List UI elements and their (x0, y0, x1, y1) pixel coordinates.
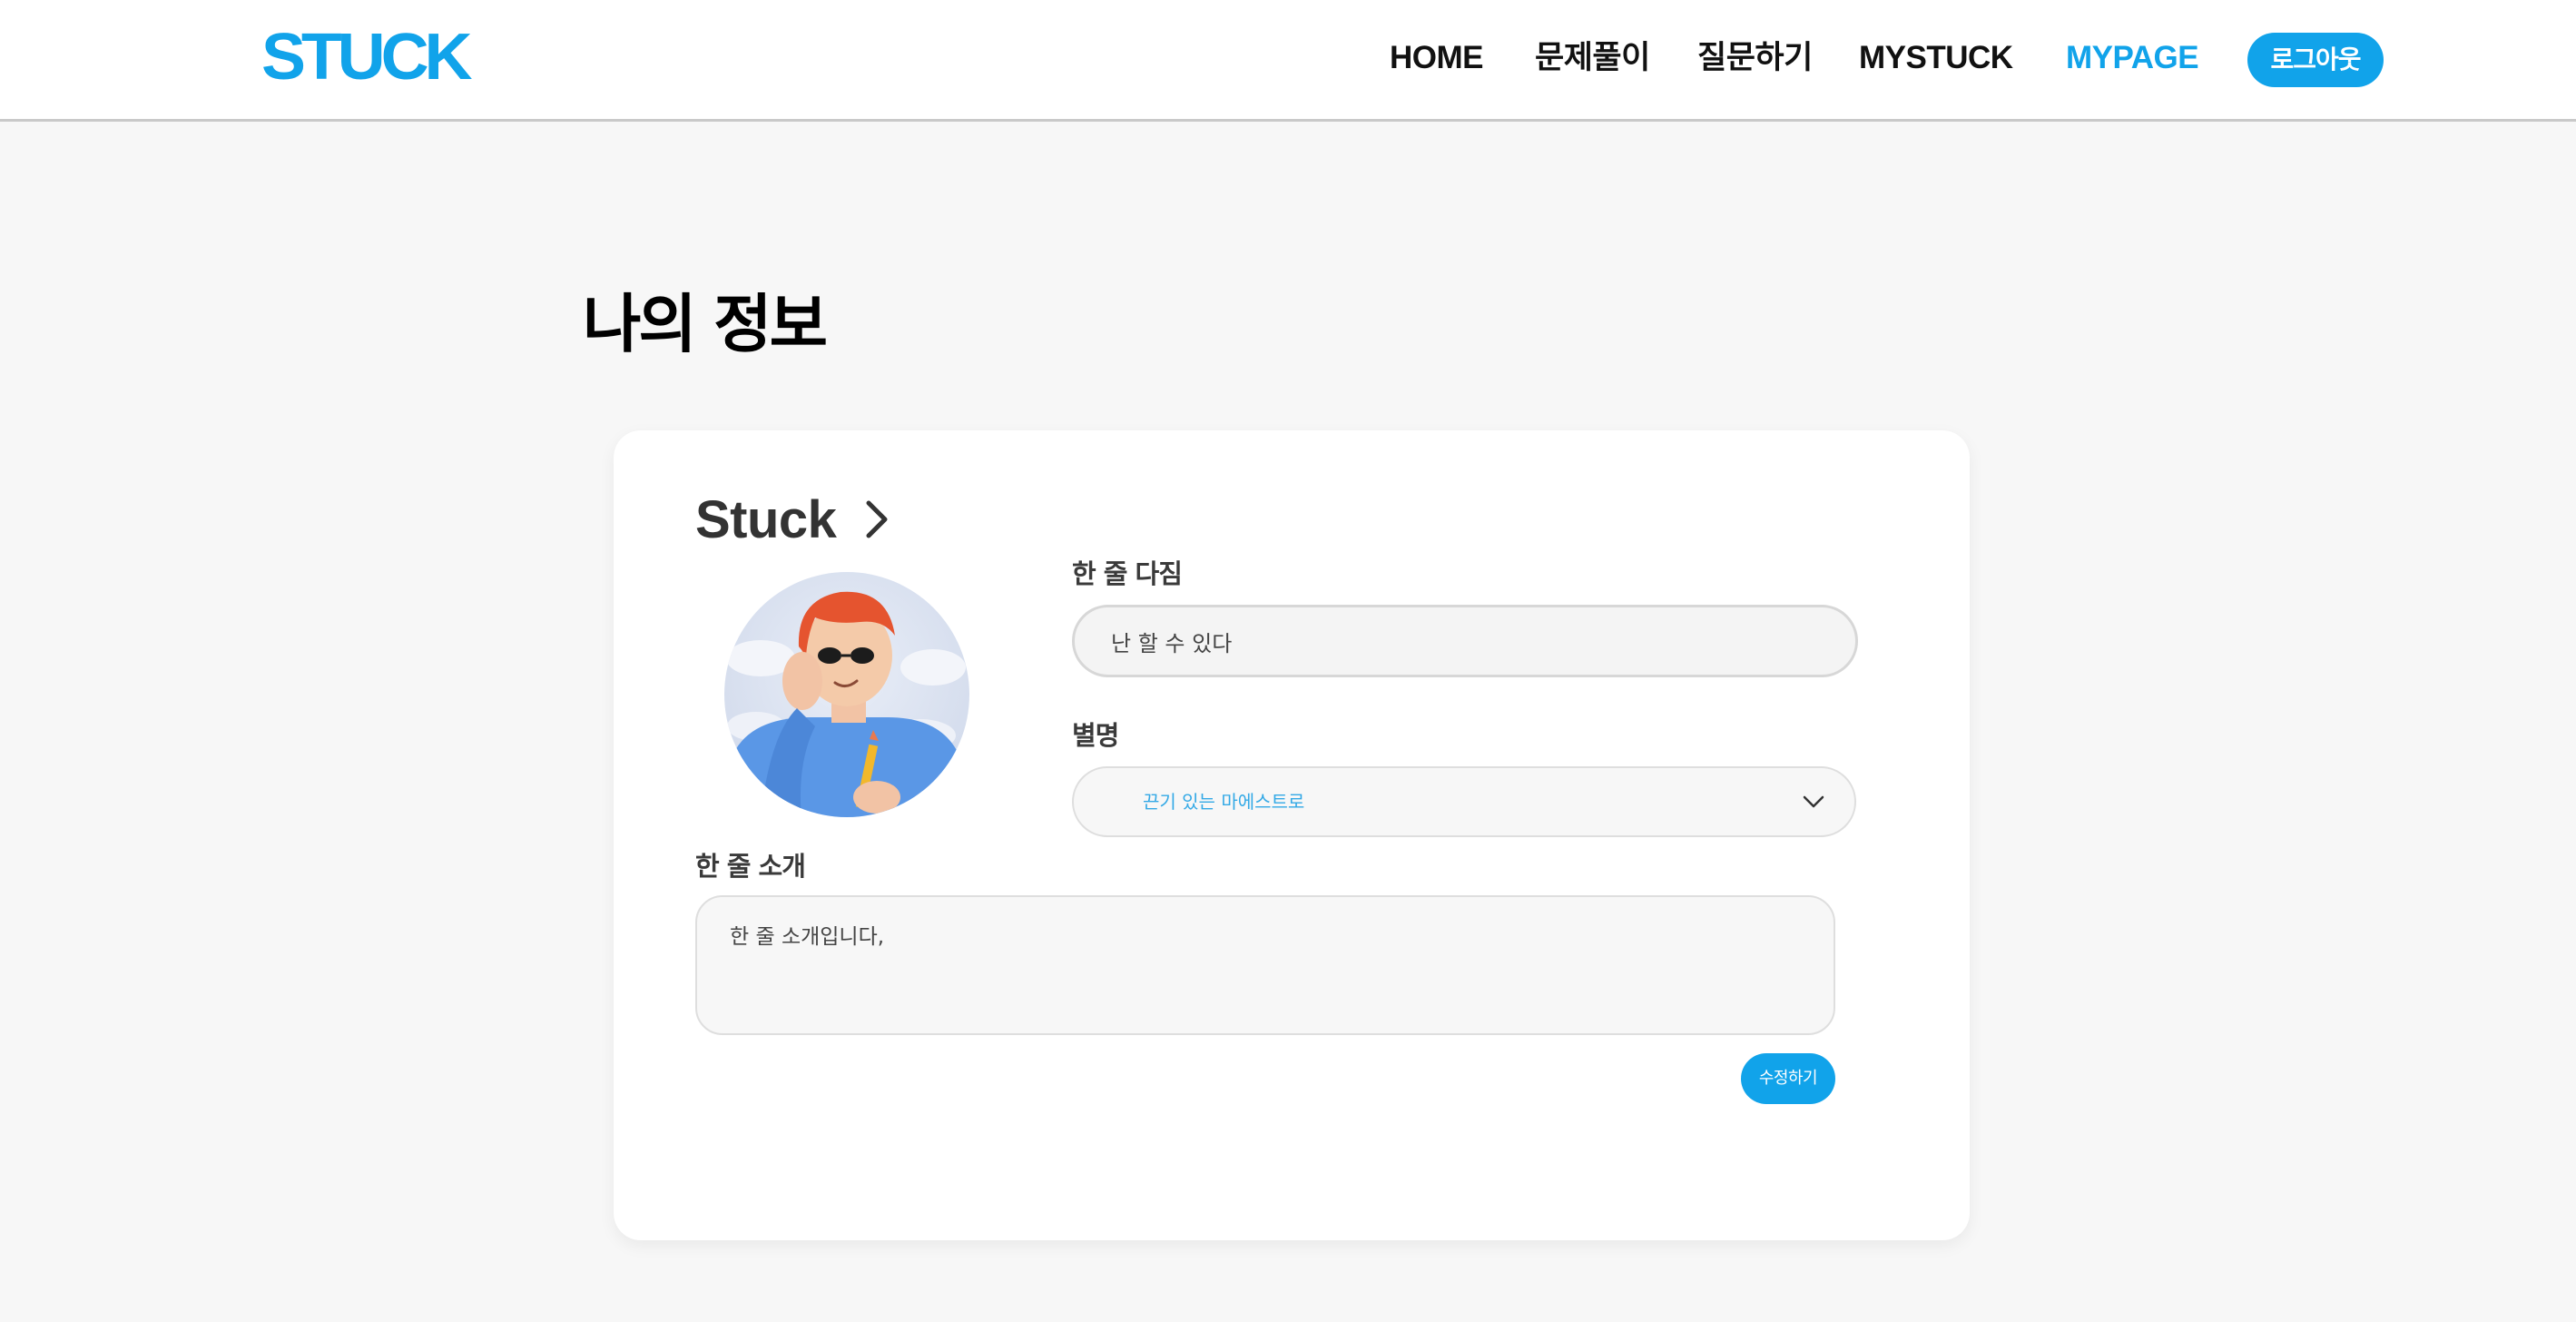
intro-label: 한 줄 소개 (695, 851, 806, 882)
profile-card: Stuck 한 줄 다짐 난 할 수 있다 별명 끈기 있는 마에스트로 한 줄… (614, 430, 1970, 1240)
stuck-logo[interactable]: STUCK (261, 22, 473, 93)
nickname-selected-value: 끈기 있는 마에스트로 (1143, 791, 1305, 813)
nav-problem-solving[interactable]: 문제풀이 (1535, 33, 1650, 84)
chevron-down-icon (1803, 795, 1824, 808)
username-link[interactable]: Stuck (695, 483, 890, 556)
avatar (724, 572, 969, 817)
user-avatar-illustration (724, 572, 969, 817)
chevron-right-icon (866, 500, 888, 538)
edit-button[interactable]: 수정하기 (1741, 1053, 1835, 1104)
username: Stuck (695, 489, 837, 549)
logout-button[interactable]: 로그아웃 (2247, 33, 2384, 87)
nav-ask-question[interactable]: 질문하기 (1697, 33, 1813, 84)
nav-mypage[interactable]: MYPAGE (2066, 33, 2199, 84)
nickname-select[interactable]: 끈기 있는 마에스트로 (1072, 766, 1856, 837)
top-header: STUCK HOME 문제풀이 질문하기 MYSTUCK MYPAGE 로그아웃 (0, 0, 2576, 122)
nav-mystuck[interactable]: MYSTUCK (1859, 33, 2013, 84)
resolution-label: 한 줄 다짐 (1072, 558, 1183, 589)
page-title: 나의 정보 (583, 287, 828, 361)
resolution-input[interactable] (1072, 605, 1858, 677)
nav-home[interactable]: HOME (1390, 33, 1484, 84)
intro-textarea[interactable]: 한 줄 소개입니다, (695, 895, 1835, 1035)
nickname-label: 별명 (1072, 720, 1119, 751)
